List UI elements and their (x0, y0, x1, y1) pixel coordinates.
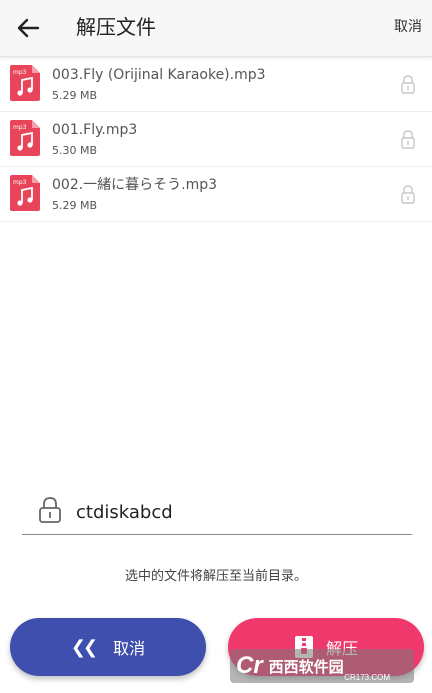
password-input[interactable] (76, 496, 396, 528)
file-item[interactable]: mp3 003.Fly (Orijinal Karaoke).mp3 5.29 … (0, 57, 432, 112)
page-title: 解压文件 (76, 15, 156, 39)
lock-icon (401, 130, 415, 149)
file-list: mp3 003.Fly (Orijinal Karaoke).mp3 5.29 … (0, 57, 432, 222)
lock-icon (401, 185, 415, 204)
file-size: 5.30 MB (52, 144, 98, 157)
cancel-button-label: 取消 (113, 639, 146, 658)
app-header: 解压文件 取消 (0, 0, 432, 57)
cancel-button[interactable]: ❮❮ 取消 (10, 618, 206, 676)
file-name: 002.一緒に暮らそう.mp3 (52, 177, 218, 193)
file-item[interactable]: mp3 001.Fly.mp3 5.30 MB (0, 112, 432, 167)
file-icon-label: mp3 (13, 124, 27, 131)
file-size: 5.29 MB (52, 199, 98, 212)
file-icon-label: mp3 (13, 69, 27, 76)
back-arrow-icon[interactable] (14, 13, 44, 43)
password-row (22, 494, 412, 535)
watermark-brand: 西西软件园 (268, 657, 344, 676)
watermark-logo: Cr (236, 652, 263, 679)
watermark: Cr 西西软件园 CR173.COM (230, 649, 414, 683)
mp3-file-icon: mp3 (10, 120, 40, 156)
mp3-file-icon: mp3 (10, 175, 40, 211)
file-name: 003.Fly (Orijinal Karaoke).mp3 (52, 67, 266, 83)
watermark-url: CR173.COM (344, 673, 390, 682)
mp3-file-icon: mp3 (10, 65, 40, 101)
double-chevron-left-icon: ❮❮ (70, 636, 98, 658)
extract-info-text: 选中的文件将解压至当前目录。 (124, 569, 307, 584)
header-cancel-button[interactable]: 取消 (394, 16, 422, 38)
file-icon-label: mp3 (13, 179, 27, 186)
lock-icon (401, 75, 415, 94)
file-item[interactable]: mp3 002.一緒に暮らそう.mp3 5.29 MB (0, 167, 432, 222)
file-name: 001.Fly.mp3 (52, 122, 138, 138)
file-size: 5.29 MB (52, 89, 98, 102)
lock-icon (39, 497, 61, 523)
